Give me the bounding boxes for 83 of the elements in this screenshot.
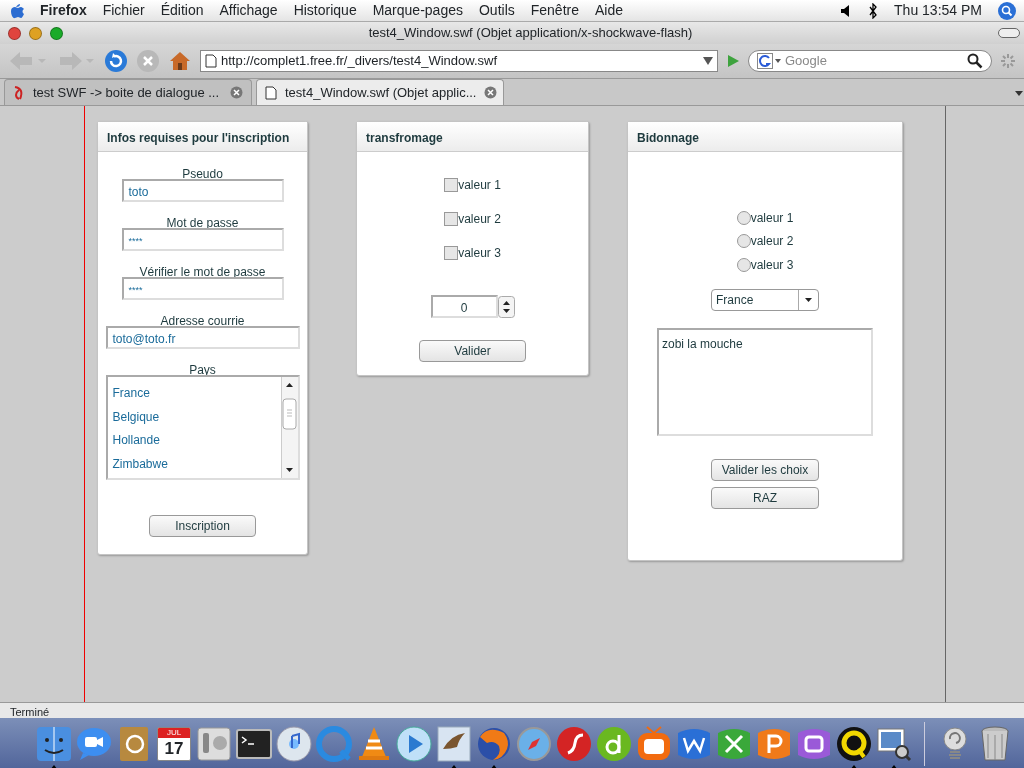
close-icon[interactable]: [484, 86, 498, 99]
radio-label: valeur 1: [750, 209, 794, 227]
loading-spinner-icon: [1000, 53, 1016, 69]
button[interactable]: Valider les choix: [711, 458, 819, 481]
checkbox[interactable]: [444, 178, 459, 192]
minimize-button[interactable]: [29, 26, 42, 40]
scrollbar[interactable]: [280, 377, 298, 478]
text-field[interactable]: toto: [121, 179, 284, 202]
radio-label: valeur 2: [750, 233, 794, 251]
checkbox-label: valeur 2: [458, 211, 501, 228]
play-icon[interactable]: [395, 725, 433, 763]
list-item[interactable]: Belgique: [107, 404, 281, 428]
panel-title: Infos requises pour l'inscription: [98, 122, 307, 152]
menu-item[interactable]: Fenêtre: [530, 0, 579, 21]
search-field[interactable]: Google: [748, 50, 992, 72]
radio-button[interactable]: [736, 234, 751, 249]
page-icon: [13, 85, 25, 100]
radio-button[interactable]: [736, 257, 751, 272]
window-title: test4_Window.swf (Objet application/x-shockwave-flash): [368, 25, 693, 41]
toolbar-toggle-button[interactable]: [998, 28, 1020, 38]
reload-icon[interactable]: [104, 49, 128, 73]
browser-tab[interactable]: test4_Window.swf (Objet applic...: [256, 79, 504, 105]
clock[interactable]: Thu 13:54 PM: [894, 0, 982, 21]
menu-item[interactable]: Outils: [478, 0, 515, 21]
address-field[interactable]: http://complet1.free.fr/_divers/test4_Window.swf: [200, 50, 718, 72]
radio-label: valeur 3: [750, 256, 794, 274]
list-item[interactable]: Zimbabwe: [107, 451, 281, 475]
field-label: Pseudo: [182, 168, 223, 181]
status-text: Terminé: [10, 706, 50, 718]
list-item[interactable]: Hollande: [107, 428, 281, 452]
menu-item[interactable]: Affichage: [219, 0, 278, 21]
checkbox[interactable]: [444, 212, 459, 226]
music-disc-icon[interactable]: [275, 725, 313, 763]
bluetooth-icon[interactable]: [868, 2, 879, 19]
home-icon[interactable]: [168, 49, 192, 73]
field-label: Adresse courrie: [160, 315, 245, 328]
browser-tab[interactable]: test SWF -> boite de dialogue ...: [4, 79, 252, 105]
menu-item[interactable]: Historique: [293, 0, 357, 21]
letter-ball-icon[interactable]: [595, 725, 633, 763]
dropdown-arrow-icon[interactable]: [703, 57, 713, 65]
field-label: Mot de passe: [166, 217, 239, 230]
swirl-ball-icon[interactable]: [555, 725, 593, 763]
close-button[interactable]: [8, 26, 21, 40]
switch-icon[interactable]: [195, 725, 233, 763]
calendar-icon[interactable]: JUL 17: [157, 727, 191, 761]
page-icon: [265, 85, 277, 100]
number-field[interactable]: 0: [430, 295, 498, 318]
video-bubble-icon[interactable]: [75, 725, 113, 763]
text-area[interactable]: zobi la mouche: [657, 327, 873, 436]
close-icon[interactable]: [230, 86, 243, 99]
app-name[interactable]: Firefox: [40, 0, 87, 21]
validate-button[interactable]: Valider: [419, 340, 526, 362]
menu-item[interactable]: Marque-pages: [372, 0, 463, 21]
search-icon[interactable]: [967, 53, 983, 69]
face-icon[interactable]: [35, 725, 73, 763]
checkbox[interactable]: [444, 246, 459, 260]
menu-item[interactable]: Édition: [160, 0, 204, 21]
checkbox-label: valeur 3: [458, 245, 501, 262]
text-field[interactable]: ****: [121, 277, 284, 300]
menu-item[interactable]: Aide: [595, 0, 624, 21]
zoom-button[interactable]: [50, 26, 63, 40]
photo-magnifier-icon[interactable]: [875, 725, 913, 763]
checkbox-label: valeur 1: [458, 177, 501, 194]
stepper-arrows-icon[interactable]: [497, 295, 515, 318]
list-item[interactable]: France: [107, 381, 281, 405]
page-icon: [205, 54, 217, 68]
dropdown[interactable]: France: [711, 288, 819, 311]
globe-icon[interactable]: [475, 725, 513, 763]
radio-button[interactable]: [736, 210, 751, 225]
button[interactable]: RAZ: [711, 486, 819, 509]
apple-icon[interactable]: [8, 1, 24, 20]
search-engine-icon[interactable]: [757, 53, 781, 69]
text-field[interactable]: toto@toto.fr: [105, 326, 300, 349]
television-icon[interactable]: [635, 725, 673, 763]
panel-title: transfromage: [357, 122, 588, 152]
submit-button[interactable]: Inscription: [149, 515, 256, 537]
field-label: Vérifier le mot de passe: [139, 266, 266, 279]
panel-title: Bidonnage: [628, 122, 902, 152]
q-ring-icon[interactable]: [835, 725, 873, 763]
text-field[interactable]: ****: [121, 228, 284, 251]
field-label: Pays: [189, 364, 216, 377]
menu-item[interactable]: Fichier: [102, 0, 145, 21]
list-box[interactable]: France Belgique Hollande Zimbabwe: [105, 375, 300, 480]
